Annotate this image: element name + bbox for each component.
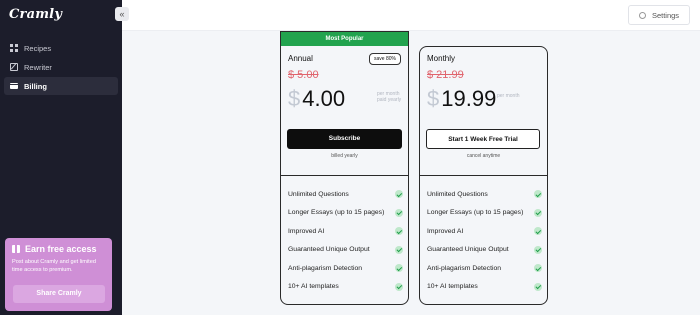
promo-title: Earn free access	[12, 244, 105, 254]
old-price: $ 5.00	[288, 69, 319, 81]
price-note: per month	[497, 93, 520, 99]
feature-item: 10+ AI templates	[427, 278, 542, 297]
feature-item: Improved AI	[288, 222, 403, 241]
sidebar-item-label: Recipes	[24, 43, 52, 53]
feature-label: Anti-plagarism Detection	[288, 264, 363, 272]
price-note-line: per month	[497, 93, 520, 99]
collapse-sidebar-icon[interactable]: «	[115, 7, 129, 21]
feature-label: Guaranteed Unique Output	[427, 246, 509, 254]
sidebar-item-rewriter[interactable]: Rewriter	[4, 58, 118, 76]
price-note: per month paid yearly	[377, 91, 401, 103]
check-icon	[534, 245, 542, 254]
feature-label: 10+ AI templates	[427, 283, 478, 291]
sidebar-item-label: Rewriter	[24, 62, 52, 72]
feature-item: Anti-plagarism Detection	[288, 259, 403, 278]
start-free-trial-button[interactable]: Start 1 Week Free Trial	[426, 129, 540, 149]
check-icon	[534, 208, 542, 217]
plan-card-annual: Most Popular Annual save 80% $ 5.00 $ 4.…	[280, 31, 409, 305]
subscribe-button[interactable]: Subscribe	[287, 129, 402, 149]
feature-label: Improved AI	[288, 227, 325, 235]
price-amount: 19.99	[441, 86, 497, 111]
feature-item: Guaranteed Unique Output	[288, 241, 403, 260]
promo-title-text: Earn free access	[25, 244, 97, 254]
old-price: $ 21.99	[427, 69, 464, 81]
topbar: Settings	[122, 0, 700, 31]
plan-name: Monthly	[427, 54, 456, 63]
feature-list: Unlimited Questions Longer Essays (up to…	[288, 185, 403, 296]
feature-label: 10+ AI templates	[288, 283, 339, 291]
check-icon	[395, 190, 403, 199]
check-icon	[395, 208, 403, 217]
feature-item: Guaranteed Unique Output	[427, 241, 542, 260]
feature-item: Longer Essays (up to 15 pages)	[288, 204, 403, 223]
promo-card: Earn free access Post about Cramly and g…	[5, 238, 112, 311]
check-icon	[534, 282, 542, 291]
check-icon	[395, 282, 403, 291]
plan-card-monthly: Monthly $ 21.99 $ 19.99 per month Start …	[419, 46, 548, 305]
check-icon	[534, 190, 542, 199]
feature-label: Improved AI	[427, 227, 464, 235]
feature-label: Longer Essays (up to 15 pages)	[288, 209, 385, 217]
plan-price: $ 4.00	[288, 88, 345, 110]
check-icon	[395, 227, 403, 236]
check-icon	[534, 227, 542, 236]
most-popular-ribbon: Most Popular	[281, 32, 408, 46]
sidebar-item-label: Billing	[24, 81, 47, 91]
gift-icon	[12, 245, 20, 253]
currency-symbol: $	[288, 86, 301, 111]
sidebar: Cramly Recipes Rewriter Billing Earn fre…	[0, 0, 122, 315]
price-amount: 4.00	[302, 86, 346, 111]
divider	[281, 175, 408, 176]
feature-list: Unlimited Questions Longer Essays (up to…	[427, 185, 542, 296]
save-badge: save 80%	[369, 53, 401, 65]
currency-symbol: $	[427, 86, 440, 111]
price-note-line: paid yearly	[377, 97, 402, 103]
check-icon	[534, 264, 542, 273]
feature-item: Unlimited Questions	[288, 185, 403, 204]
share-cramly-button[interactable]: Share Cramly	[13, 285, 105, 303]
credit-card-icon	[10, 83, 18, 89]
sidebar-item-billing[interactable]: Billing	[4, 77, 118, 95]
feature-item: Anti-plagarism Detection	[427, 259, 542, 278]
feature-label: Longer Essays (up to 15 pages)	[427, 209, 524, 217]
feature-item: Longer Essays (up to 15 pages)	[427, 204, 542, 223]
plan-price: $ 19.99	[427, 88, 496, 110]
promo-description: Post about Cramly and get limited time a…	[12, 259, 96, 273]
feature-label: Guaranteed Unique Output	[288, 246, 370, 254]
feature-item: Unlimited Questions	[427, 185, 542, 204]
grid-icon	[10, 44, 18, 52]
pen-icon	[10, 63, 18, 71]
billing-note: cancel anytime	[466, 153, 501, 159]
gear-icon	[638, 11, 646, 19]
feature-label: Anti-plagarism Detection	[427, 264, 502, 272]
settings-button[interactable]: Settings	[628, 5, 690, 25]
check-icon	[395, 245, 403, 254]
check-icon	[395, 264, 403, 273]
sidebar-item-recipes[interactable]: Recipes	[4, 39, 118, 57]
sidebar-nav: Recipes Rewriter Billing	[4, 39, 118, 96]
feature-label: Unlimited Questions	[288, 190, 349, 198]
plan-name: Annual	[288, 54, 313, 63]
settings-label: Settings	[651, 10, 680, 20]
feature-label: Unlimited Questions	[427, 190, 488, 198]
feature-item: Improved AI	[427, 222, 542, 241]
app-logo[interactable]: Cramly	[9, 7, 62, 22]
billing-note: billed yearly	[331, 153, 358, 159]
feature-item: 10+ AI templates	[288, 278, 403, 297]
divider	[420, 175, 547, 176]
